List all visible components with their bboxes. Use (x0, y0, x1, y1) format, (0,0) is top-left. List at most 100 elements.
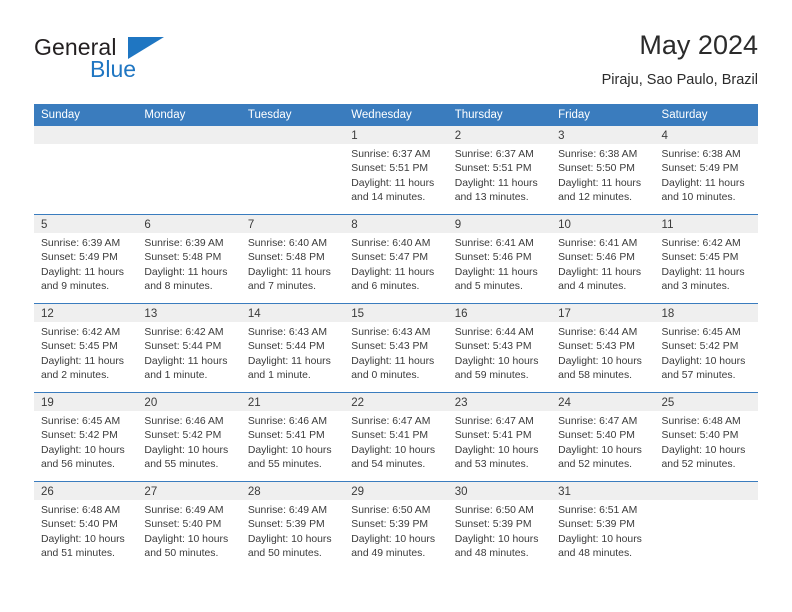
day-sun-info: Sunrise: 6:38 AM Sunset: 5:50 PM Daylight:… (551, 144, 654, 206)
calendar-day-cell[interactable]: 25 Sunrise: 6:48 AM Sunset: 5:40 PM Dayligh… (654, 392, 758, 482)
day-info-line: and 48 minutes. (454, 548, 529, 560)
day-info-line: Sunrise: 6:50 AM (454, 505, 534, 516)
calendar-day-cell[interactable]: 29 Sunrise: 6:50 AM Sunset: 5:39 PM Dayligh… (344, 481, 448, 570)
day-number: 30 (447, 482, 552, 500)
calendar-empty-cell (654, 481, 758, 570)
day-sun-info: Sunrise: 6:42 AM Sunset: 5:45 PM Daylight:… (655, 233, 758, 295)
day-info-line: Sunrise: 6:45 AM (661, 327, 741, 338)
calendar-day-cell[interactable]: 22 Sunrise: 6:47 AM Sunset: 5:41 PM Dayligh… (344, 392, 448, 482)
day-cell-inner: 12 Sunrise: 6:42 AM Sunset: 5:45 PM Dayligh… (34, 304, 138, 392)
day-cell-inner: 25 Sunrise: 6:48 AM Sunset: 5:40 PM Dayligh… (654, 393, 758, 481)
weekday-header-friday: Friday (551, 104, 655, 126)
day-number: 11 (654, 215, 758, 233)
calendar-day-cell[interactable]: 24 Sunrise: 6:47 AM Sunset: 5:40 PM Dayligh… (551, 392, 655, 482)
day-number: 13 (137, 304, 241, 322)
day-cell-inner: 19 Sunrise: 6:45 AM Sunset: 5:42 PM Dayligh… (34, 393, 138, 481)
calendar-day-cell[interactable]: 18 Sunrise: 6:45 AM Sunset: 5:42 PM Dayligh… (654, 303, 758, 393)
day-info-line: Sunset: 5:46 PM (454, 252, 532, 264)
day-info-line: and 48 minutes. (558, 548, 633, 560)
day-sun-info: Sunrise: 6:41 AM Sunset: 5:46 PM Daylight:… (448, 233, 551, 295)
day-number: 16 (447, 304, 552, 322)
day-info-line: Sunset: 5:40 PM (41, 519, 118, 531)
day-number: 10 (551, 215, 655, 233)
calendar-day-cell[interactable]: 20 Sunrise: 6:46 AM Sunset: 5:42 PM Dayligh… (137, 392, 241, 482)
day-number: 27 (137, 482, 241, 500)
day-info-line: Sunrise: 6:38 AM (661, 149, 741, 160)
day-cell-inner: 18 Sunrise: 6:45 AM Sunset: 5:42 PM Dayligh… (654, 304, 758, 392)
day-info-line: Sunset: 5:39 PM (247, 519, 325, 531)
day-info-line: Sunrise: 6:47 AM (558, 416, 638, 427)
day-cell-inner (137, 126, 241, 214)
day-info-line: and 50 minutes. (144, 548, 219, 560)
brand-logo[interactable]: General Blue (34, 34, 214, 90)
calendar-day-cell[interactable]: 31 Sunrise: 6:51 AM Sunset: 5:39 PM Dayligh… (551, 481, 655, 570)
day-info-line: Sunset: 5:45 PM (41, 341, 118, 353)
calendar-day-cell[interactable]: 30 Sunrise: 6:50 AM Sunset: 5:39 PM Dayligh… (447, 481, 552, 570)
day-sun-info: Sunrise: 6:37 AM Sunset: 5:51 PM Daylight:… (344, 144, 447, 206)
day-info-line: Sunset: 5:48 PM (144, 252, 222, 264)
day-number (34, 126, 138, 144)
calendar-day-cell[interactable]: 17 Sunrise: 6:44 AM Sunset: 5:43 PM Dayligh… (551, 303, 655, 393)
day-sun-info: Sunrise: 6:50 AM Sunset: 5:39 PM Daylight:… (344, 500, 447, 562)
day-sun-info: Sunrise: 6:45 AM Sunset: 5:42 PM Daylight:… (34, 411, 137, 473)
day-info-line: and 59 minutes. (454, 370, 529, 382)
calendar-day-cell[interactable]: 21 Sunrise: 6:46 AM Sunset: 5:41 PM Dayligh… (240, 392, 345, 482)
day-info-line: Sunset: 5:49 PM (661, 163, 739, 175)
calendar-empty-cell (34, 126, 138, 215)
day-sun-info: Sunrise: 6:46 AM Sunset: 5:42 PM Daylight:… (137, 411, 240, 473)
day-info-line: and 55 minutes. (247, 459, 322, 471)
day-info-line: Daylight: 11 hours (41, 355, 124, 367)
day-sun-info: Sunrise: 6:44 AM Sunset: 5:43 PM Daylight:… (448, 322, 551, 384)
calendar-day-cell[interactable]: 15 Sunrise: 6:43 AM Sunset: 5:43 PM Dayligh… (344, 303, 448, 393)
calendar-empty-cell (240, 126, 345, 215)
calendar-day-cell[interactable]: 19 Sunrise: 6:45 AM Sunset: 5:42 PM Dayligh… (34, 392, 138, 482)
calendar-day-cell[interactable]: 27 Sunrise: 6:49 AM Sunset: 5:40 PM Dayligh… (137, 481, 241, 570)
day-sun-info: Sunrise: 6:43 AM Sunset: 5:43 PM Daylight:… (344, 322, 447, 384)
calendar-day-cell[interactable]: 12 Sunrise: 6:42 AM Sunset: 5:45 PM Dayligh… (34, 303, 138, 393)
day-info-line: Daylight: 11 hours (247, 355, 331, 367)
day-info-line: Sunrise: 6:44 AM (454, 327, 534, 338)
calendar-day-cell[interactable]: 9 Sunrise: 6:41 AM Sunset: 5:46 PM Daylight… (447, 214, 552, 304)
calendar-day-cell[interactable]: 13 Sunrise: 6:42 AM Sunset: 5:44 PM Dayligh… (137, 303, 241, 393)
day-number: 19 (34, 393, 138, 411)
day-info-line: Daylight: 11 hours (144, 355, 228, 367)
calendar-day-cell[interactable]: 8 Sunrise: 6:40 AM Sunset: 5:47 PM Daylight… (344, 214, 448, 304)
weekday-header-thursday: Thursday (447, 104, 552, 126)
day-cell-inner: 21 Sunrise: 6:46 AM Sunset: 5:41 PM Dayligh… (240, 393, 345, 481)
calendar-day-cell[interactable]: 11 Sunrise: 6:42 AM Sunset: 5:45 PM Dayligh… (654, 214, 758, 304)
calendar-day-cell[interactable]: 14 Sunrise: 6:43 AM Sunset: 5:44 PM Dayligh… (240, 303, 345, 393)
calendar-day-cell[interactable]: 7 Sunrise: 6:40 AM Sunset: 5:48 PM Daylight… (240, 214, 345, 304)
calendar-day-cell[interactable]: 26 Sunrise: 6:48 AM Sunset: 5:40 PM Dayligh… (34, 481, 138, 570)
day-sun-info: Sunrise: 6:37 AM Sunset: 5:51 PM Daylight:… (448, 144, 551, 206)
day-info-line: and 9 minutes. (41, 281, 110, 293)
day-info-line: Sunset: 5:43 PM (454, 341, 532, 353)
day-info-line: and 0 minutes. (351, 370, 420, 382)
day-info-line: and 57 minutes. (661, 370, 736, 382)
day-info-line: Sunrise: 6:37 AM (351, 149, 431, 160)
calendar-day-cell[interactable]: 6 Sunrise: 6:39 AM Sunset: 5:48 PM Daylight… (137, 214, 241, 304)
calendar-day-cell[interactable]: 1 Sunrise: 6:37 AM Sunset: 5:51 PM Daylight… (344, 126, 448, 215)
day-info-line: Sunrise: 6:51 AM (558, 505, 638, 516)
calendar-day-cell[interactable]: 5 Sunrise: 6:39 AM Sunset: 5:49 PM Daylight… (34, 214, 138, 304)
day-info-line: and 58 minutes. (558, 370, 633, 382)
day-info-line: Sunset: 5:40 PM (144, 519, 222, 531)
calendar-day-cell[interactable]: 2 Sunrise: 6:37 AM Sunset: 5:51 PM Daylight… (447, 126, 552, 215)
calendar-day-cell[interactable]: 28 Sunrise: 6:49 AM Sunset: 5:39 PM Dayligh… (240, 481, 345, 570)
day-number: 20 (137, 393, 241, 411)
calendar-day-cell[interactable]: 23 Sunrise: 6:47 AM Sunset: 5:41 PM Dayligh… (447, 392, 552, 482)
calendar-day-cell[interactable]: 10 Sunrise: 6:41 AM Sunset: 5:46 PM Dayligh… (551, 214, 655, 304)
day-info-line: and 7 minutes. (247, 281, 317, 293)
day-number: 31 (551, 482, 655, 500)
calendar-day-cell[interactable]: 4 Sunrise: 6:38 AM Sunset: 5:49 PM Daylight… (654, 126, 758, 215)
calendar-day-cell[interactable]: 16 Sunrise: 6:44 AM Sunset: 5:43 PM Dayligh… (447, 303, 552, 393)
day-info-line: Sunset: 5:47 PM (351, 252, 429, 264)
day-number: 14 (240, 304, 345, 322)
day-info-line: and 51 minutes. (41, 548, 115, 560)
day-info-line: and 50 minutes. (247, 548, 322, 560)
day-cell-inner: 20 Sunrise: 6:46 AM Sunset: 5:42 PM Dayligh… (137, 393, 241, 481)
calendar-day-cell[interactable]: 3 Sunrise: 6:38 AM Sunset: 5:50 PM Daylight… (551, 126, 655, 215)
day-info-line: Sunrise: 6:50 AM (351, 505, 431, 516)
day-info-line: Sunset: 5:39 PM (351, 519, 429, 531)
day-cell-inner: 9 Sunrise: 6:41 AM Sunset: 5:46 PM Daylight… (447, 215, 552, 303)
calendar-week-row: 1 Sunrise: 6:37 AM Sunset: 5:51 PM Daylight… (34, 126, 758, 215)
